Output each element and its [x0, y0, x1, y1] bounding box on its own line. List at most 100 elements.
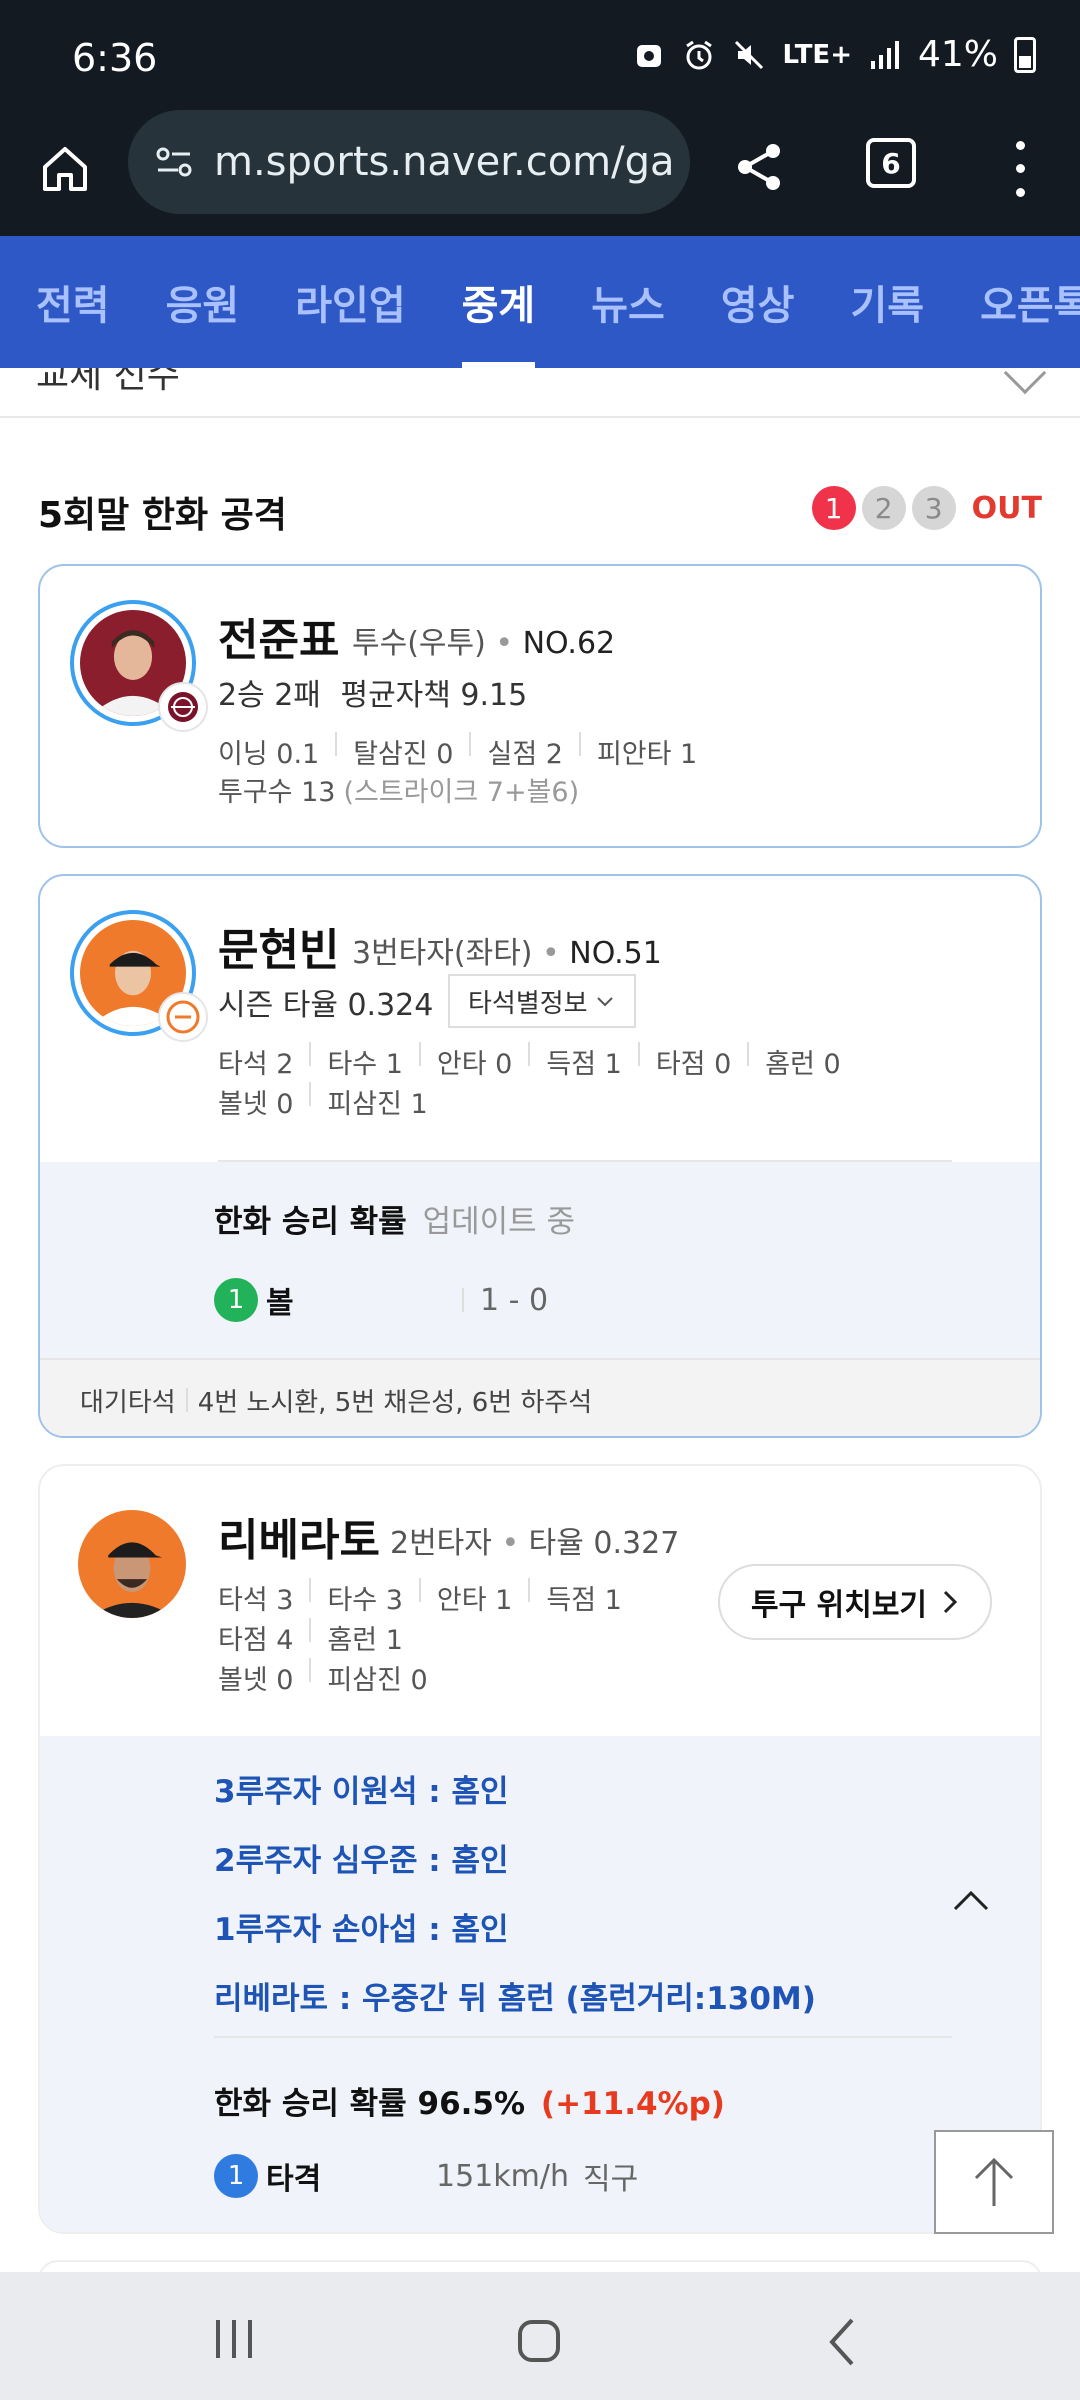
batter-name: 리베라토: [218, 1515, 380, 1566]
pitcher-record: 2승 2패: [218, 678, 321, 713]
chevron-right-icon: [943, 1590, 958, 1614]
ball-strike-count: 1 - 0: [480, 1282, 549, 1318]
battery-percent: 41%: [917, 34, 998, 75]
pitcher-meta: 투수(우투) • NO.62: [352, 626, 616, 661]
batter-avatar[interactable]: [70, 910, 208, 1042]
stat-item: 홈런 0: [765, 1049, 841, 1080]
batter-game-stats-3: 볼넷 0 피삼진 0: [218, 1658, 858, 1697]
stat-item: 홈런 1: [327, 1625, 403, 1656]
pitcher-pitch-count: 투구수 13 (스트라이크 7+볼6): [218, 770, 858, 809]
pitch-location-button[interactable]: 투구 위치보기: [718, 1564, 992, 1640]
stat-item: 득점 1: [546, 1049, 622, 1080]
home-nav-button[interactable]: [510, 2312, 570, 2372]
batter-position: 3번타자(좌타): [352, 936, 533, 971]
team-logo-icon: [158, 992, 208, 1042]
pitch-row: 1 타격 151km/h 직구: [214, 2154, 638, 2198]
stat-item: 타점 0: [655, 1049, 732, 1080]
pitcher-avatar[interactable]: [70, 600, 208, 732]
win-prob-line: 한화 승리 확률 96.5% (+11.4%p): [214, 2078, 725, 2123]
stat-item: 피안타 1: [596, 739, 698, 770]
recent-apps-button[interactable]: [204, 2314, 264, 2364]
stat-item: 볼넷 0: [218, 1089, 294, 1120]
pitcher-season-line: 2승 2패 평균자책 9.15: [218, 670, 527, 714]
current-batter-card: 문현빈 3번타자(좌타) • NO.51 시즌 타율 0.324 타석별정보 타…: [38, 874, 1042, 1438]
tab-news[interactable]: 뉴스: [591, 236, 665, 368]
tab-lineup-power[interactable]: 전력: [36, 236, 110, 368]
tab-records[interactable]: 기록: [850, 236, 924, 368]
pitch-number-badge: 1: [214, 1278, 258, 1322]
pitcher-era: 평균자책 9.15: [340, 678, 528, 713]
out-label: OUT: [971, 490, 1042, 526]
tab-switcher-button[interactable]: 6: [866, 138, 916, 188]
at-bat-info-dropdown[interactable]: 타석별정보: [448, 974, 636, 1028]
tab-live[interactable]: 중계: [461, 236, 535, 368]
play-event: 3루주자 이원석 : 홈인: [214, 1774, 509, 1810]
pitcher-name: 전준표: [218, 615, 340, 666]
signal-icon: [868, 38, 902, 72]
stat-item: 타점 4: [218, 1625, 294, 1656]
pitch-speed: 151km/h: [436, 2158, 569, 2194]
win-prob-line: 한화 승리 확률 업데이트 중: [214, 1196, 575, 1241]
screenshot-icon: [632, 38, 666, 72]
stat-item: 타석 2: [218, 1049, 294, 1080]
substitutes-label: 교체 선수: [36, 368, 180, 396]
tab-video[interactable]: 영상: [721, 236, 795, 368]
back-button[interactable]: [818, 2312, 868, 2372]
share-icon: [738, 144, 780, 190]
batter-meta: 3번타자(좌타) • NO.51: [352, 936, 662, 971]
batter-position: 2번타자: [390, 1526, 492, 1561]
site-settings-icon: [156, 147, 192, 177]
out-dot-3: 3: [911, 486, 956, 530]
stat-item: 탈삼진 0: [353, 739, 454, 770]
win-prob-label: 한화 승리 확률: [214, 1204, 407, 1240]
home-button[interactable]: [30, 134, 100, 204]
home-nav-icon: [518, 2320, 560, 2362]
pitch-count-detail: (스트라이크 7+볼6): [343, 777, 580, 808]
tab-open-talk[interactable]: 오픈톡: [980, 236, 1080, 368]
collapse-button[interactable]: [946, 1876, 996, 1926]
pitcher-card: 전준표 투수(우투) • NO.62 2승 2패 평균자책 9.15 이닝 0.…: [38, 564, 1042, 848]
stat-item: 타수 1: [327, 1049, 403, 1080]
pitch-result: 볼: [266, 1286, 294, 1321]
pitch-location-label: 투구 위치보기: [750, 1588, 928, 1623]
substitutes-row[interactable]: 교체 선수: [0, 368, 1080, 418]
battery-icon: [1014, 36, 1036, 73]
pitcher-game-stats: 이닝 0.1 탈삼진 0 실점 2 피안타 1: [218, 732, 858, 771]
scroll-to-top-button[interactable]: [934, 2130, 1054, 2234]
pitch-row: 1 볼 1 - 0: [214, 1278, 548, 1322]
pitch-result: 타격: [266, 2162, 322, 2197]
url-text: m.sports.naver.com/ga: [214, 139, 675, 185]
batter-game-stats: 타석 3 타수 3 안타 1 득점 1: [218, 1578, 738, 1617]
back-icon: [829, 2318, 854, 2366]
pitcher-position: 투수(우투): [352, 626, 486, 661]
batter-season-avg: 시즌 타율 0.324: [218, 988, 434, 1023]
address-bar[interactable]: m.sports.naver.com/ga: [128, 110, 690, 214]
win-prob-label: 한화 승리 확률 96.5%: [214, 2086, 526, 2122]
stat-item: 피삼진 1: [327, 1089, 428, 1120]
mute-icon: [732, 38, 766, 72]
tab-cheer[interactable]: 응원: [166, 236, 240, 368]
out-dot-2: 2: [861, 486, 906, 530]
home-icon: [43, 147, 87, 191]
team-logo-icon: [158, 682, 208, 732]
play-event: 1루주자 손아섭 : 홈인: [214, 1912, 509, 1948]
game-nav-tabs: 전력 응원 라인업 중계 뉴스 영상 기록 오픈톡: [0, 236, 1080, 368]
chevron-down-icon: [1003, 368, 1047, 395]
recent-apps-icon: [216, 2320, 252, 2358]
dropdown-label: 타석별정보: [468, 988, 588, 1019]
out-dot-1: 1: [811, 486, 856, 530]
on-deck-label: 대기타석: [80, 1387, 176, 1418]
stat-item: 이닝 0.1: [218, 739, 320, 770]
batter-avg: 타율 0.327: [528, 1526, 680, 1561]
browser-menu-button[interactable]: [1000, 134, 1040, 204]
share-button[interactable]: [724, 132, 794, 202]
batter-number: NO.51: [569, 936, 662, 971]
pitch-type: 직구: [582, 2162, 639, 2197]
play-event: 리베라토 : 우중간 뒤 홈런 (홈런거리:130M): [214, 1981, 816, 2017]
tab-lineup[interactable]: 라인업: [295, 236, 405, 368]
pitch-number-badge: 1: [214, 2154, 258, 2198]
arrow-up-icon: [974, 2157, 1014, 2206]
stat-item: 타수 3: [327, 1585, 403, 1616]
win-prob-change: (+11.4%p): [540, 2086, 725, 2122]
batter-avatar[interactable]: [78, 1510, 186, 1618]
